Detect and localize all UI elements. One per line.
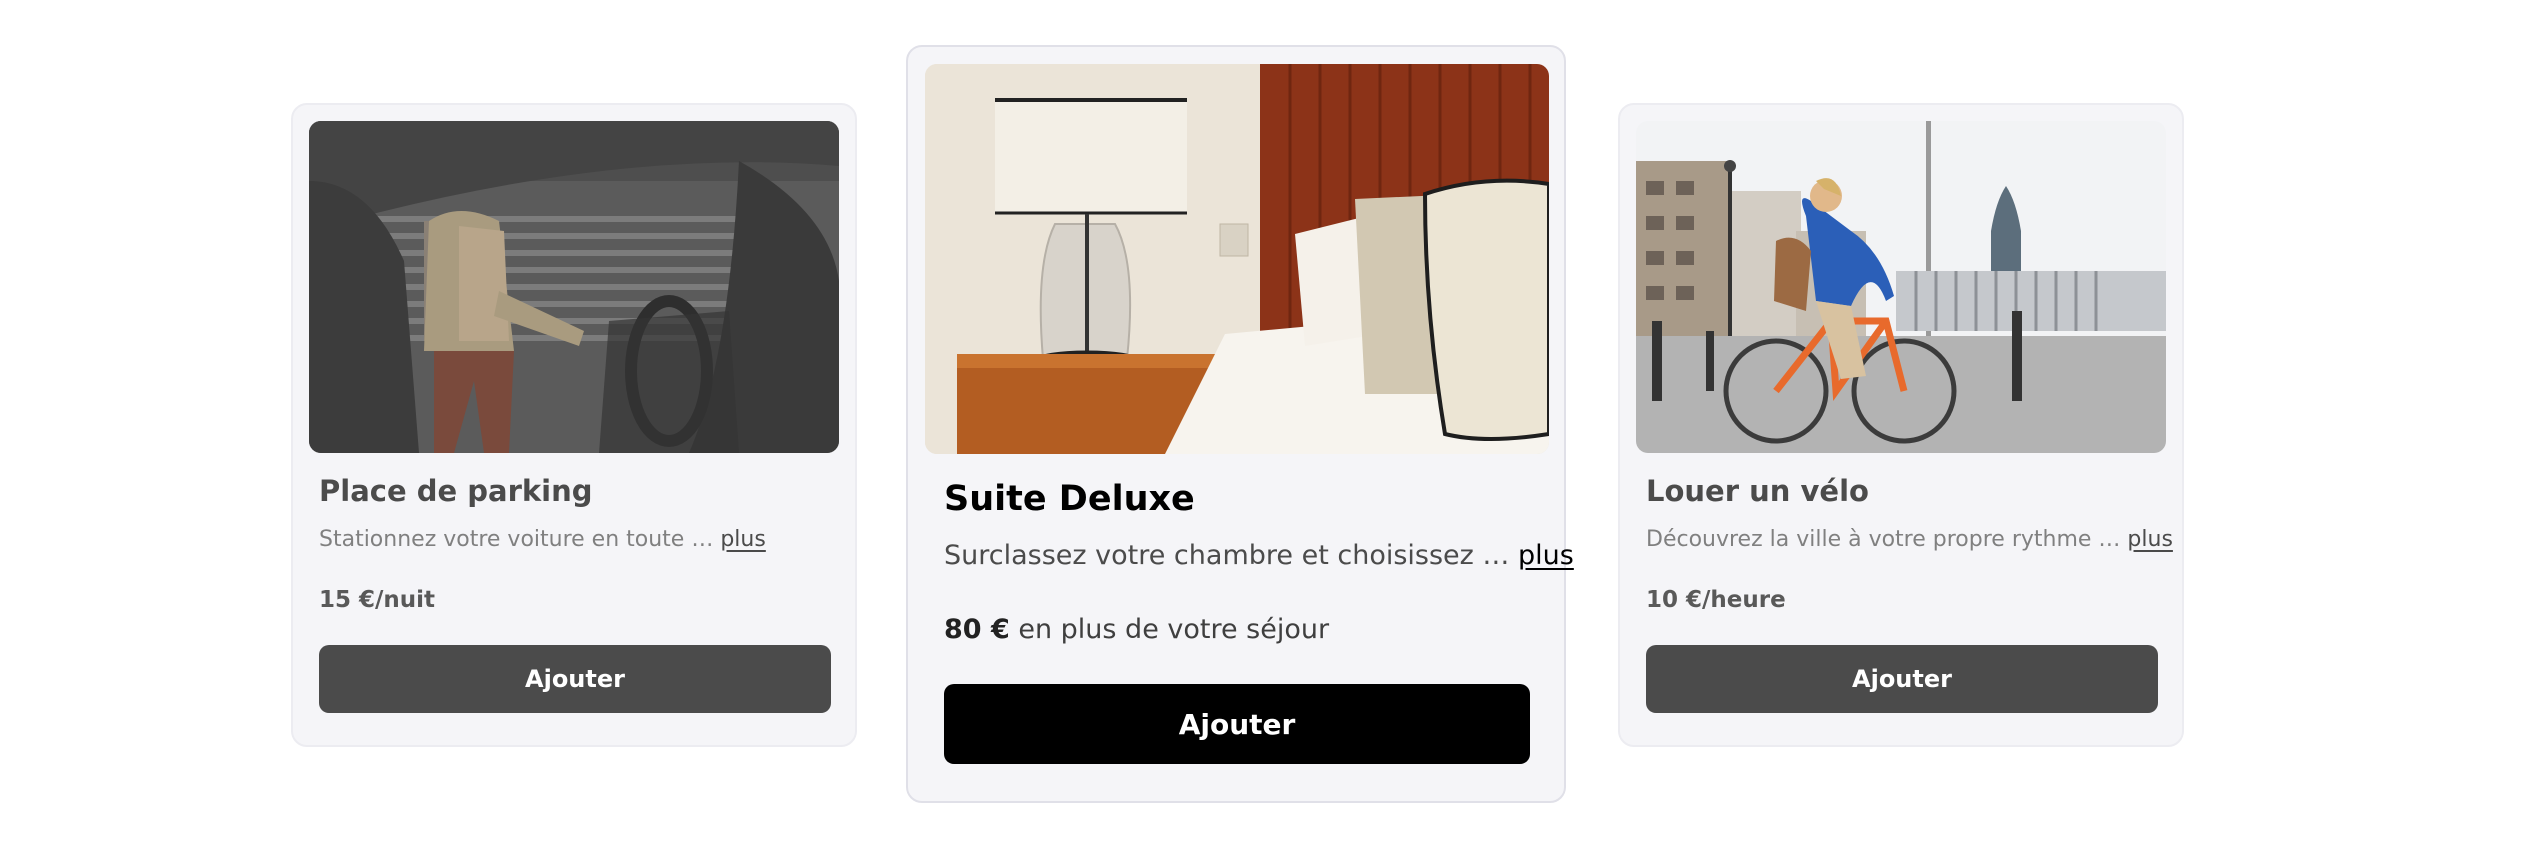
more-link[interactable]: plus	[1518, 540, 1574, 571]
offers-carousel: Place de parking Stationnez votre voitur…	[0, 0, 2545, 854]
add-bike-button[interactable]: Ajouter	[1646, 645, 2158, 713]
offer-description: Surclassez votre chambre et choisissez ……	[944, 540, 1574, 571]
bike-photo	[1636, 121, 2166, 453]
offer-title: Suite Deluxe	[944, 479, 1195, 519]
offer-description: Stationnez votre voiture en toute … plus	[319, 527, 766, 552]
offer-card-parking[interactable]: Place de parking Stationnez votre voitur…	[291, 103, 857, 747]
offer-title: Place de parking	[319, 474, 593, 508]
offer-description: Découvrez la ville à votre propre rythme…	[1646, 527, 2173, 552]
offer-description-text: Surclassez votre chambre et choisissez …	[944, 540, 1510, 571]
offer-price: 80 € en plus de votre séjour	[944, 614, 1329, 645]
offer-card-suite[interactable]: Suite Deluxe Surclassez votre chambre et…	[906, 45, 1574, 803]
price-suffix: en plus de votre séjour	[1009, 614, 1330, 645]
offer-description-text: Stationnez votre voiture en toute …	[319, 527, 714, 552]
more-link[interactable]: plus	[2127, 527, 2172, 552]
offer-price: 15 €/nuit	[319, 587, 436, 613]
offer-title: Louer un vélo	[1646, 474, 1869, 508]
offer-card-bike[interactable]: Louer un vélo Découvrez la ville à votre…	[1618, 103, 2184, 747]
add-suite-button[interactable]: Ajouter	[944, 684, 1530, 764]
offer-price: 10 €/heure	[1646, 587, 1786, 613]
add-parking-button[interactable]: Ajouter	[319, 645, 831, 713]
price-amount: 80 €	[944, 614, 1010, 645]
more-link[interactable]: plus	[720, 527, 765, 552]
suite-photo	[925, 64, 1549, 454]
offer-description-text: Découvrez la ville à votre propre rythme…	[1646, 527, 2121, 552]
parking-photo	[309, 121, 839, 453]
